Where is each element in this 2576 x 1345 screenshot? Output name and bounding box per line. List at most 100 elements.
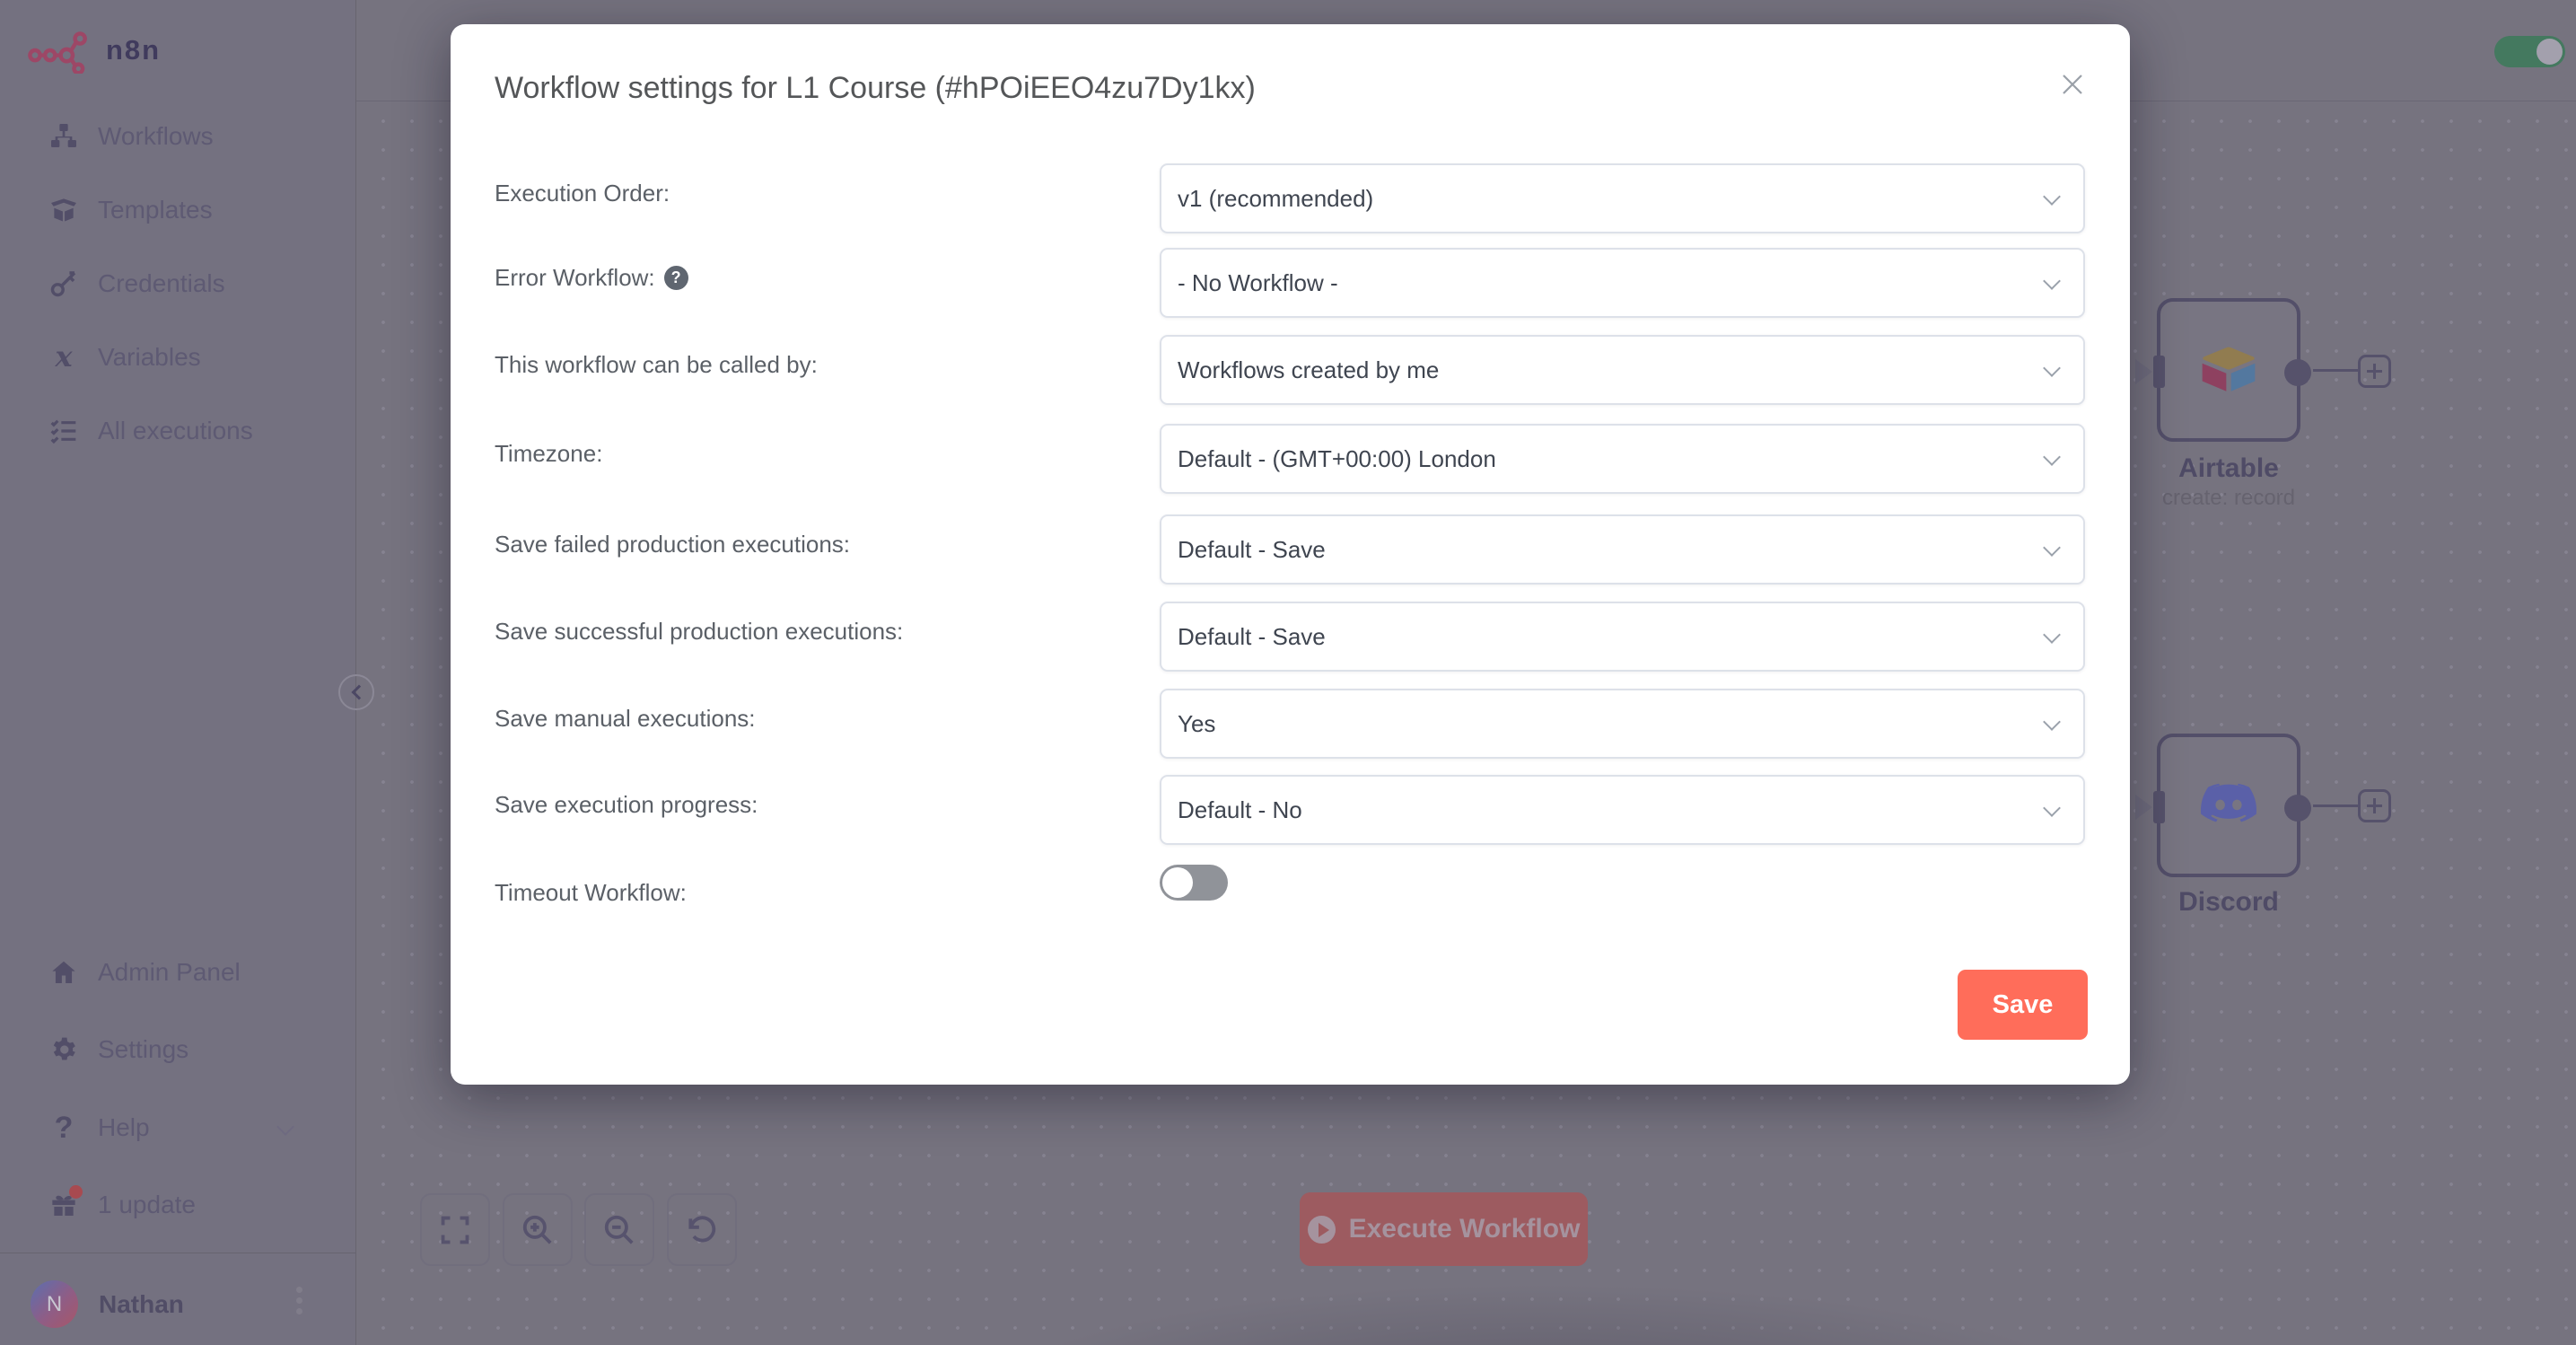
reset-zoom-button[interactable] [667, 1193, 737, 1266]
save-progress-select[interactable]: Default - No [1160, 775, 2085, 845]
sidebar-item-label: All executions [98, 417, 253, 445]
sidebar-item-credentials[interactable]: Credentials [0, 251, 356, 316]
save-manual-select[interactable]: Yes [1160, 689, 2085, 759]
checklist-icon [49, 417, 78, 445]
select-value: Default - Save [1178, 536, 1326, 564]
modal-title: Workflow settings for L1 Course (#hPOiEE… [495, 71, 1256, 106]
input-arrow-icon [2135, 795, 2152, 820]
chevron-down-icon [2043, 626, 2061, 644]
gear-icon [49, 1035, 78, 1064]
chevron-left-icon [351, 685, 366, 700]
error-workflow-select[interactable]: - No Workflow - [1160, 248, 2085, 318]
sidebar-item-label: Admin Panel [98, 958, 241, 987]
sidebar-item-updates[interactable]: 1 update [0, 1173, 356, 1237]
sidebar-item-label: Settings [98, 1035, 188, 1064]
zoom-out-icon [602, 1213, 636, 1247]
node-output-port[interactable] [2284, 795, 2311, 822]
home-icon [49, 958, 78, 987]
sidebar-item-label: Help [98, 1113, 150, 1142]
sidebar-item-templates[interactable]: Templates [0, 178, 356, 242]
timezone-select[interactable]: Default - (GMT+00:00) London [1160, 424, 2085, 494]
node-title: Discord [2121, 887, 2336, 918]
chevron-down-icon [2043, 359, 2061, 377]
user-name: Nathan [99, 1290, 184, 1319]
field-label-save-manual: Save manual executions: [495, 705, 756, 733]
execute-workflow-button[interactable]: Execute Workflow [1300, 1192, 1588, 1266]
execution-order-select[interactable]: v1 (recommended) [1160, 163, 2085, 233]
chevron-down-icon [2043, 448, 2061, 466]
workflow-active-toggle[interactable] [2494, 36, 2565, 67]
workflow-settings-modal: Workflow settings for L1 Course (#hPOiEE… [451, 24, 2130, 1085]
sidebar-item-settings[interactable]: Help Settings [0, 1017, 356, 1082]
field-label-timeout-workflow: Timeout Workflow: [495, 879, 687, 907]
select-value: Workflows created by me [1178, 356, 1439, 384]
chevron-down-icon [2043, 713, 2061, 731]
node-discord[interactable] [2157, 734, 2300, 877]
node-input-port[interactable] [2153, 791, 2165, 823]
sidebar-item-label: Templates [98, 196, 213, 224]
sidebar-item-label: Variables [98, 343, 201, 372]
sitemap-icon [49, 122, 78, 151]
fit-view-button[interactable] [420, 1193, 490, 1266]
select-value: Default - (GMT+00:00) London [1178, 445, 1496, 473]
sidebar-item-workflows[interactable]: Workflows [0, 104, 356, 169]
node-output-port[interactable] [2284, 359, 2311, 386]
add-node-button[interactable] [2358, 355, 2391, 388]
n8n-logo-icon [23, 27, 93, 74]
node-airtable[interactable] [2157, 298, 2300, 442]
user-menu-button[interactable] [296, 1287, 302, 1314]
box-icon [49, 196, 78, 224]
update-badge [69, 1185, 83, 1199]
field-label-called-by: This workflow can be called by: [495, 351, 818, 379]
sidebar-item-admin-panel[interactable]: Admin Panel [0, 940, 356, 1005]
toggle-knob [2537, 39, 2563, 65]
timeout-workflow-toggle[interactable] [1160, 865, 1228, 901]
field-label-timezone: Timezone: [495, 440, 602, 468]
node-title: Airtable [2121, 453, 2336, 484]
sidebar-item-label: Credentials [98, 269, 225, 298]
field-label-save-successful: Save successful production executions: [495, 618, 903, 646]
select-value: Default - Save [1178, 623, 1326, 651]
select-value: v1 (recommended) [1178, 185, 1373, 213]
connector-line [2313, 804, 2358, 807]
node-subtitle: create: record [2121, 486, 2336, 511]
discord-logo-icon [2199, 783, 2258, 828]
chevron-down-icon [2043, 539, 2061, 557]
save-failed-select[interactable]: Default - Save [1160, 514, 2085, 585]
zoom-in-button[interactable] [503, 1193, 573, 1266]
field-label-save-progress: Save execution progress: [495, 791, 758, 819]
sidebar-item-label: Workflows [98, 122, 214, 151]
save-button[interactable]: Save [1958, 970, 2088, 1040]
zoom-in-icon [521, 1213, 555, 1247]
sidebar: n8n Workflows Templates Credentials x Va… [0, 0, 356, 1345]
close-icon[interactable] [2059, 71, 2086, 98]
avatar[interactable]: N [31, 1280, 78, 1328]
help-icon[interactable]: ? [664, 266, 688, 290]
select-value: Yes [1178, 710, 1215, 738]
sidebar-item-help[interactable]: ? Help [0, 1095, 356, 1160]
sidebar-item-label: 1 update [98, 1191, 196, 1219]
avatar-initial: N [47, 1292, 62, 1317]
bottom-glow-decoration [951, 1279, 2136, 1345]
called-by-select[interactable]: Workflows created by me [1160, 335, 2085, 405]
n8n-logo[interactable]: n8n [23, 27, 161, 74]
input-arrow-icon [2135, 359, 2152, 384]
play-icon [1308, 1216, 1336, 1244]
node-input-port[interactable] [2153, 356, 2165, 388]
add-node-button[interactable] [2358, 789, 2391, 822]
execute-workflow-label: Execute Workflow [1349, 1214, 1581, 1244]
connector-line [2313, 369, 2358, 372]
sidebar-item-all-executions[interactable]: All executions [0, 399, 356, 463]
fit-view-icon [438, 1213, 472, 1247]
field-label-save-failed: Save failed production executions: [495, 531, 850, 558]
brand-name: n8n [106, 34, 161, 66]
save-successful-select[interactable]: Default - Save [1160, 602, 2085, 672]
reset-zoom-icon [685, 1213, 719, 1247]
collapse-sidebar-button[interactable] [338, 674, 374, 710]
chevron-down-icon [2043, 188, 2061, 206]
airtable-logo-icon [2200, 346, 2257, 394]
variable-icon: x [49, 343, 78, 372]
key-icon [49, 269, 78, 298]
sidebar-item-variables[interactable]: x Variables [0, 325, 356, 390]
zoom-out-button[interactable] [584, 1193, 654, 1266]
